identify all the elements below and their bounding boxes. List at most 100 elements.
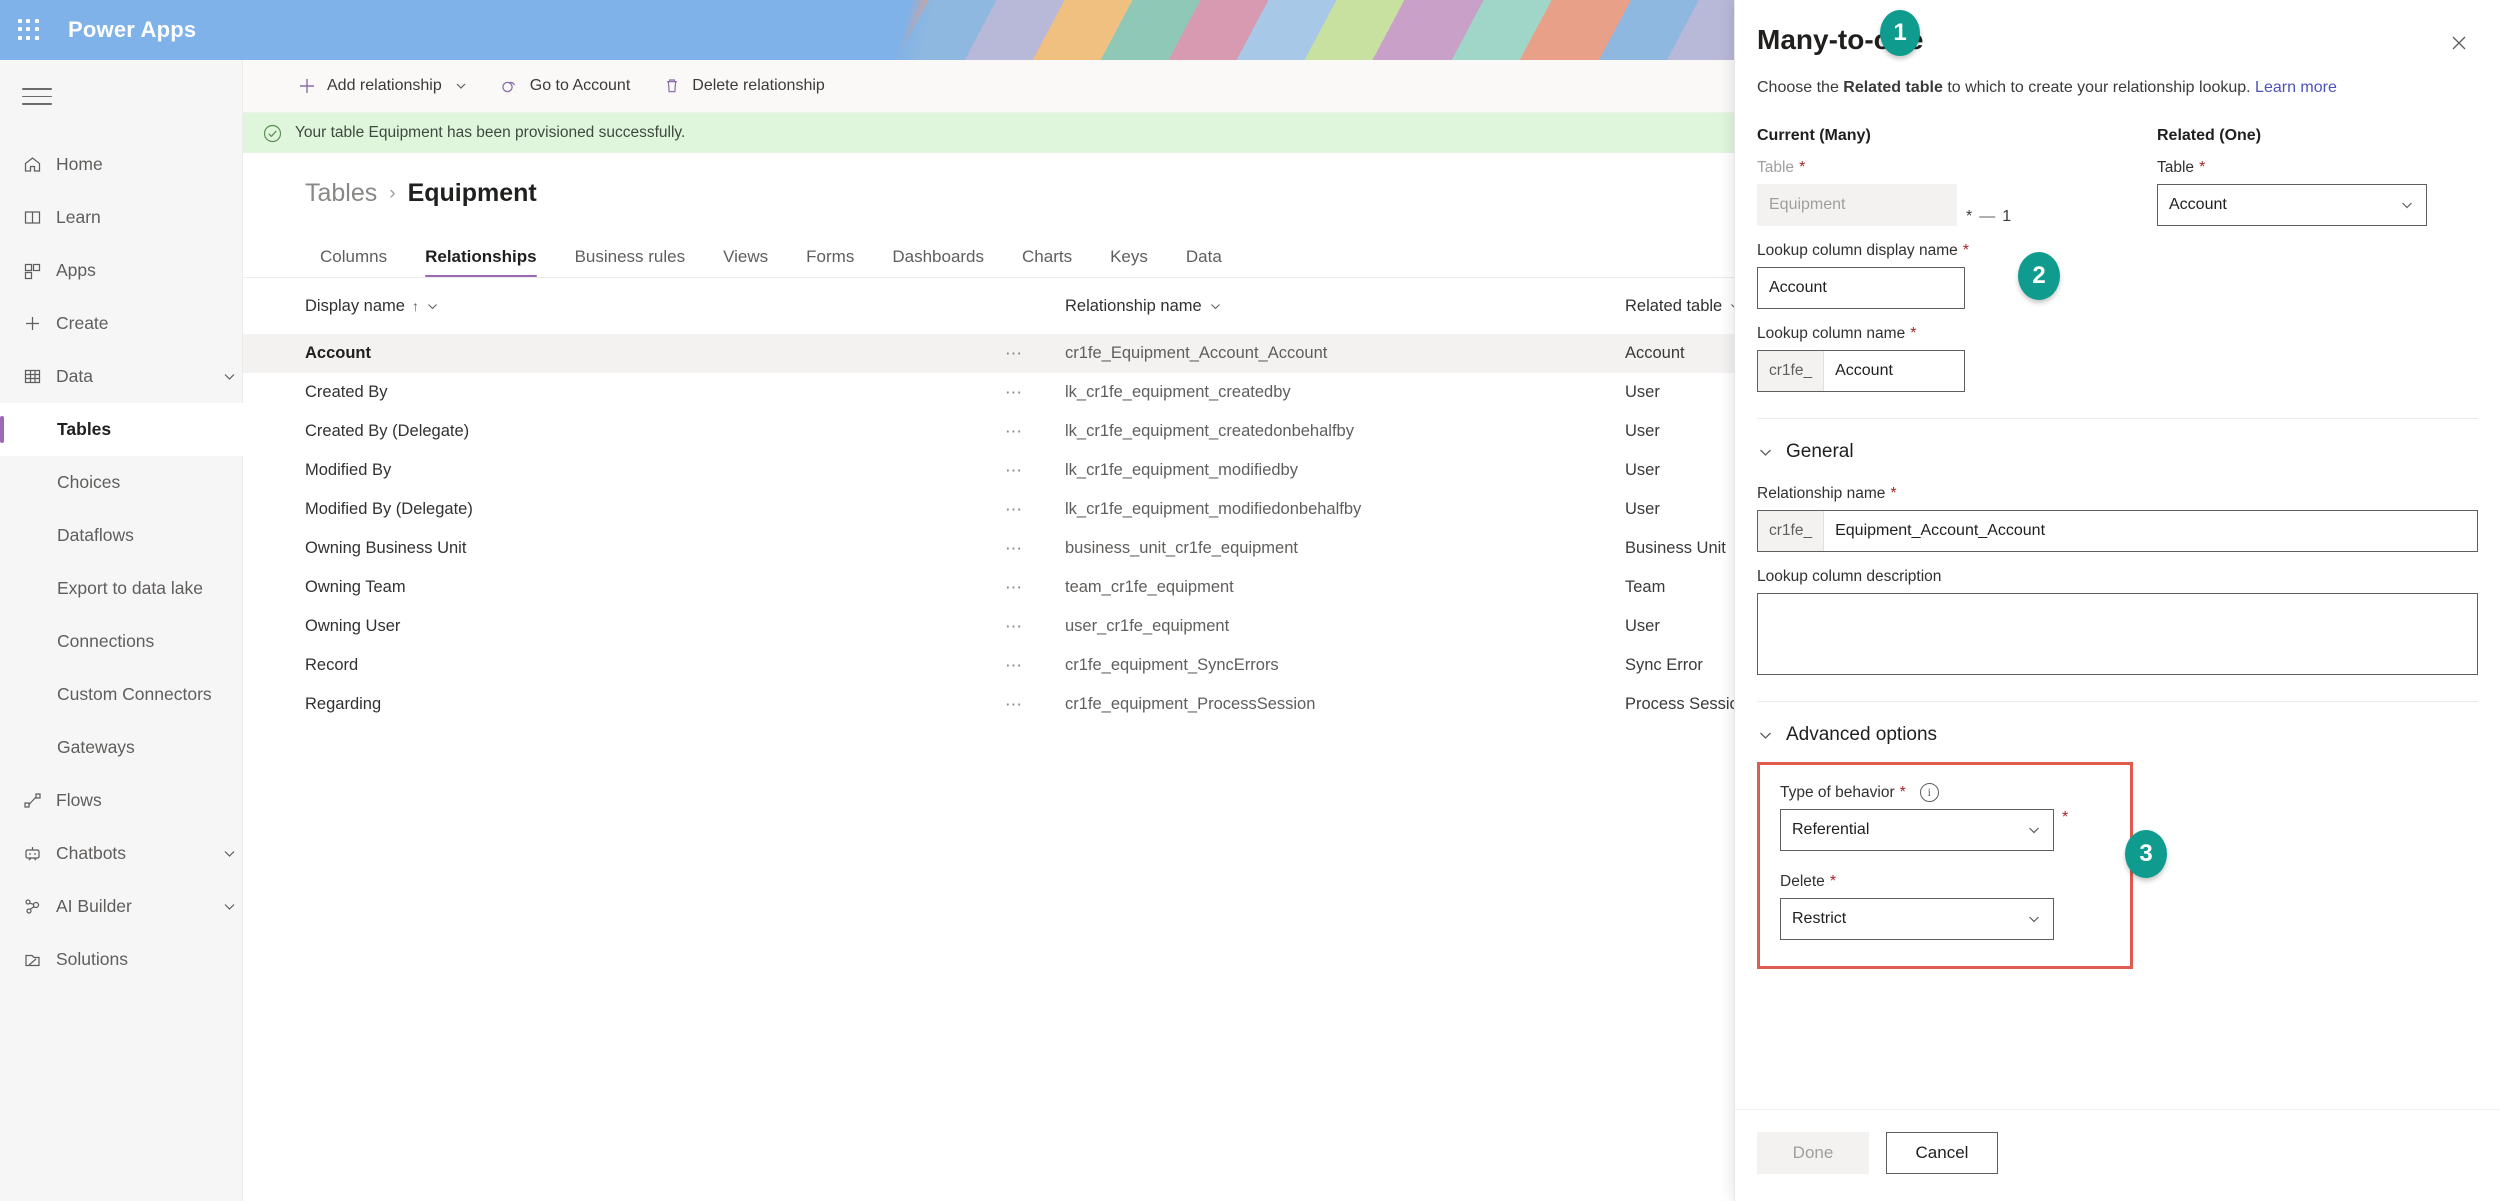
row-overflow-menu-icon[interactable]: ⋯ — [1005, 656, 1065, 676]
table-row[interactable]: Regarding ⋯ cr1fe_equipment_ProcessSession… — [243, 685, 1748, 724]
close-icon[interactable] — [2444, 28, 2474, 58]
related-one-group: Related (One) Table * Account — [2157, 127, 2478, 227]
table-row[interactable]: Created By ⋯ lk_cr1fe_equipment_createdby U… — [243, 373, 1734, 412]
sidebar-item-label: Gateways — [57, 737, 135, 757]
sidebar-item-data[interactable]: Data — [0, 350, 243, 403]
panel-description-bold: Related table — [1843, 79, 1943, 96]
tab-columns[interactable]: Columns — [301, 248, 406, 277]
brand-title[interactable]: Power Apps — [68, 0, 196, 60]
required-marker: * — [1899, 783, 1906, 801]
table-row[interactable]: Created By (Delegate) ⋯ lk_cr1fe_equipment… — [243, 412, 1734, 451]
go-to-account-button[interactable]: Go to Account — [486, 66, 645, 106]
sidebar-item-connections[interactable]: Connections — [0, 615, 243, 668]
required-marker: * — [2199, 159, 2206, 177]
table-row[interactable]: Owning Business Unit ⋯ business_unit_cr1fe… — [243, 529, 1734, 568]
lookup-description-textarea[interactable] — [1757, 593, 2478, 676]
row-overflow-menu-icon[interactable]: ⋯ — [1005, 617, 1065, 637]
sidebar-item-home[interactable]: Home — [0, 138, 243, 191]
table-row[interactable]: Owning User ⋯ user_cr1fe_equipment User — [243, 607, 1734, 646]
relationship-name-value: Equipment_Account_Account — [1835, 522, 2046, 540]
related-table-dropdown[interactable]: Account — [2157, 184, 2427, 227]
panel-body: Current (Many) Table * Equipment * — 1 R… — [1735, 127, 2500, 970]
current-many-label: Current (Many) — [1757, 127, 1871, 145]
column-header-relationship-name[interactable]: Relationship name — [1065, 297, 1625, 316]
cell-relationship-name: lk_cr1fe_equipment_createdonbehalfby — [1065, 422, 1354, 440]
type-of-behavior-label: Type of behavior * i — [1780, 783, 2110, 803]
add-relationship-button[interactable]: Add relationship — [283, 66, 482, 106]
apps-grid-icon — [22, 260, 56, 281]
cell-display-name: Created By — [305, 383, 388, 401]
cell-relationship-name: cr1fe_equipment_ProcessSession — [1065, 695, 1316, 713]
tab-business-rules[interactable]: Business rules — [556, 248, 705, 277]
chevron-down-icon[interactable] — [215, 369, 243, 384]
tab-relationships[interactable]: Relationships — [406, 248, 555, 277]
page-title: Equipment — [407, 179, 537, 207]
chevron-down-icon — [454, 79, 468, 93]
breadcrumb-parent-link[interactable]: Tables — [305, 179, 377, 208]
sidebar-item-flows[interactable]: Flows — [0, 774, 243, 827]
delete-relationship-button[interactable]: Delete relationship — [648, 66, 839, 106]
cancel-button[interactable]: Cancel — [1886, 1132, 1998, 1174]
tab-forms[interactable]: Forms — [787, 248, 873, 277]
row-overflow-menu-icon[interactable]: ⋯ — [1005, 695, 1065, 715]
learn-more-link[interactable]: Learn more — [2255, 79, 2337, 96]
waffle-grid-icon[interactable] — [18, 19, 40, 41]
sidebar-item-solutions[interactable]: Solutions — [0, 933, 243, 986]
sidebar-item-ai-builder[interactable]: AI Builder — [0, 880, 243, 933]
advanced-options-toggle[interactable]: Advanced options — [1757, 702, 2478, 746]
sidebar-item-learn[interactable]: Learn — [0, 191, 243, 244]
sidebar-item-dataflows[interactable]: Dataflows — [0, 509, 243, 562]
tab-views[interactable]: Views — [704, 248, 787, 277]
type-of-behavior-dropdown[interactable]: Referential — [1780, 809, 2054, 852]
table-row[interactable]: Owning Team ⋯ team_cr1fe_equipment Team — [243, 568, 1734, 607]
row-overflow-menu-icon[interactable]: ⋯ — [1005, 578, 1065, 598]
column-header-display-name[interactable]: Display name ↑ — [305, 297, 1005, 316]
sidebar-item-gateways[interactable]: Gateways — [0, 721, 243, 774]
table-row[interactable]: Modified By (Delegate) ⋯ lk_cr1fe_equipmen… — [243, 490, 1734, 529]
relationships-grid: Display name ↑ Relationship name Related… — [243, 278, 1748, 724]
sidebar-item-label: Home — [56, 154, 103, 174]
general-section-toggle[interactable]: General — [1757, 419, 2478, 463]
row-overflow-menu-icon[interactable]: ⋯ — [1005, 539, 1065, 559]
sidebar-item-choices[interactable]: Choices — [0, 456, 243, 509]
chevron-down-icon[interactable] — [215, 846, 243, 861]
table-row[interactable]: Modified By ⋯ lk_cr1fe_equipment_modifiedb… — [243, 451, 1734, 490]
hamburger-menu-icon[interactable] — [22, 88, 52, 108]
chevron-down-icon — [1757, 727, 1774, 744]
done-button[interactable]: Done — [1757, 1132, 1869, 1174]
sidebar-item-export-to-data-lake[interactable]: Export to data lake — [0, 562, 243, 615]
chevron-down-icon[interactable] — [215, 899, 243, 914]
required-marker: * — [1829, 873, 1837, 891]
sidebar-item-apps[interactable]: Apps — [0, 244, 243, 297]
delete-dropdown[interactable]: Restrict — [1780, 898, 2054, 941]
sidebar-item-create[interactable]: Create — [0, 297, 243, 350]
relationship-link-icon — [500, 76, 520, 96]
row-overflow-menu-icon[interactable]: ⋯ — [1005, 422, 1065, 442]
chevron-down-icon — [2026, 911, 2042, 927]
cell-relationship-name: lk_cr1fe_equipment_modifiedby — [1065, 461, 1298, 479]
sidebar-item-tables[interactable]: Tables — [0, 403, 243, 456]
tab-data[interactable]: Data — [1167, 248, 1241, 277]
lookup-display-name-input[interactable]: Account — [1757, 267, 1965, 310]
tab-keys[interactable]: Keys — [1091, 248, 1167, 277]
tab-dashboards[interactable]: Dashboards — [873, 248, 1003, 277]
related-table-value: Account — [2169, 196, 2227, 214]
row-overflow-menu-icon[interactable]: ⋯ — [1005, 344, 1065, 364]
relationship-name-input[interactable]: cr1fe_ Equipment_Account_Account — [1757, 510, 2478, 553]
sidebar-item-chatbots[interactable]: Chatbots — [0, 827, 243, 880]
table-row[interactable]: Record ⋯ cr1fe_equipment_SyncErrors Sync Er… — [243, 646, 1734, 685]
relationship-name-prefix: cr1fe_ — [1758, 511, 1825, 552]
sidebar-item-label: Solutions — [56, 949, 128, 969]
info-icon[interactable]: i — [1919, 783, 1939, 803]
lookup-description-label: Lookup column description — [1757, 568, 1942, 586]
sidebar-item-custom-connectors[interactable]: Custom Connectors — [0, 668, 243, 721]
tab-label: Forms — [806, 247, 855, 266]
row-overflow-menu-icon[interactable]: ⋯ — [1005, 383, 1065, 403]
row-overflow-menu-icon[interactable]: ⋯ — [1005, 461, 1065, 481]
lookup-column-name-input[interactable]: cr1fe_ Account — [1757, 350, 1965, 393]
row-overflow-menu-icon[interactable]: ⋯ — [1005, 500, 1065, 520]
lookup-column-name-label: Lookup column name * — [1757, 325, 1917, 343]
go-to-account-label: Go to Account — [529, 77, 631, 94]
table-row[interactable]: Account ⋯ cr1fe_Equipment_Account_Account A… — [243, 334, 1734, 373]
tab-charts[interactable]: Charts — [1003, 248, 1091, 277]
